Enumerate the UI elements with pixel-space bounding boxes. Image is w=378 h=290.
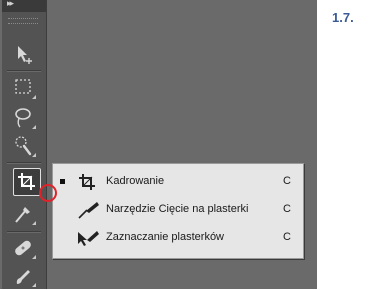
separator — [7, 162, 41, 164]
submenu-indicator-icon — [32, 125, 36, 129]
expand-panel-icon[interactable]: ▸▸ — [7, 0, 14, 9]
tools-panel: ▸▸ — [2, 0, 47, 289]
menu-item-label: Kadrowanie — [106, 175, 165, 187]
menu-item-kadrowanie[interactable]: Kadrowanie C — [53, 170, 303, 194]
tools-panel-header[interactable]: ▸▸ — [2, 0, 46, 12]
slice-select-icon — [78, 231, 99, 246]
brush-tool[interactable] — [8, 262, 38, 290]
menu-item-label: Narzędzie Cięcie na plasterki — [106, 203, 249, 215]
menu-item-shortcut: C — [283, 175, 291, 187]
submenu-indicator-icon — [32, 153, 36, 157]
eyedropper-tool[interactable] — [8, 200, 38, 228]
crop-tool[interactable] — [13, 168, 41, 196]
menu-item-slice-select[interactable]: Zaznaczanie plasterków C — [53, 226, 303, 250]
crop-icon — [18, 173, 35, 190]
menu-item-shortcut: C — [283, 231, 291, 243]
menu-item-shortcut: C — [283, 203, 291, 215]
separator — [7, 231, 41, 233]
panel-grip[interactable] — [8, 18, 38, 24]
submenu-indicator-icon — [32, 221, 36, 225]
submenu-indicator-icon — [32, 95, 36, 99]
move-tool[interactable] — [8, 40, 38, 68]
slice-knife-icon — [78, 202, 99, 219]
selected-bullet-icon — [60, 179, 65, 184]
workspace-canvas: ▸▸ Kadrowanie C Narzędzie Cięcie na plas… — [0, 0, 317, 289]
menu-item-label: Zaznaczanie plasterków — [106, 231, 225, 243]
section-number: 1.7. — [332, 10, 354, 25]
lasso-tool[interactable] — [8, 104, 38, 132]
submenu-indicator-icon — [32, 283, 36, 287]
crop-icon — [79, 174, 95, 190]
crop-tool-flyout-menu: Kadrowanie C Narzędzie Cięcie na plaster… — [52, 163, 304, 259]
highlight-circle — [39, 184, 57, 202]
submenu-indicator-icon — [32, 255, 36, 259]
quick-selection-tool[interactable] — [8, 132, 38, 160]
menu-item-slice-tool[interactable]: Narzędzie Cięcie na plasterki C — [53, 198, 303, 222]
rectangular-marquee-tool[interactable] — [8, 74, 38, 102]
separator — [7, 70, 41, 72]
healing-brush-tool[interactable] — [8, 234, 38, 262]
move-arrow-icon — [18, 46, 32, 64]
